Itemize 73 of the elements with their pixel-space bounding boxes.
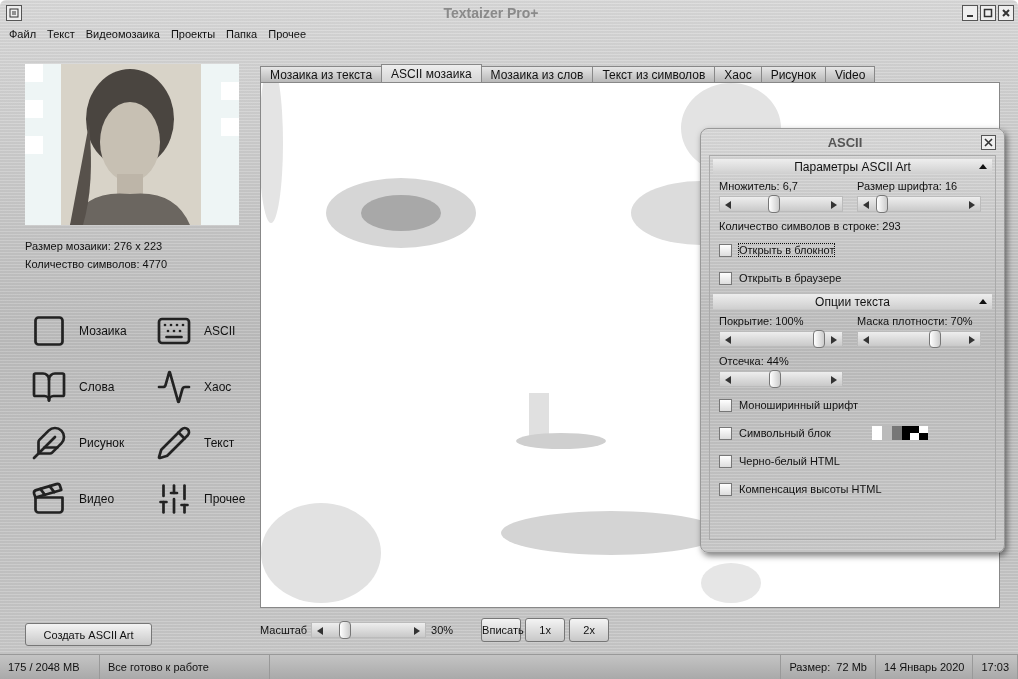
status-date: 14 Январь 2020 <box>883 661 965 673</box>
slider[interactable] <box>719 371 843 387</box>
checkbox-label[interactable]: Компенсация высоты HTML <box>739 483 882 495</box>
menu-item[interactable]: Проекты <box>165 28 222 40</box>
menu-item[interactable]: Файл <box>4 28 43 40</box>
square-icon[interactable] <box>31 313 67 349</box>
tab[interactable]: Рисунок <box>760 66 826 82</box>
chars-per-line-text: Количество символов в строке: 293 <box>719 220 902 232</box>
slider[interactable] <box>719 196 843 212</box>
section-header[interactable]: Опции текста <box>713 294 992 309</box>
section-header[interactable]: Параметры ASCII Art <box>713 159 992 174</box>
checkbox-label[interactable]: Черно-белый HTML <box>739 455 840 467</box>
zoom-label: Масштаб <box>260 624 308 636</box>
pencil-icon[interactable] <box>156 425 192 461</box>
info-text: Размер мозаики: 276 x 223 <box>25 240 164 252</box>
mode-label[interactable]: Видео <box>79 492 115 506</box>
slider-thumb[interactable] <box>338 621 351 639</box>
slider-thumb[interactable] <box>812 330 825 348</box>
dialog-title: ASCII <box>826 134 864 150</box>
clapperboard-icon[interactable] <box>31 481 67 517</box>
zoom-button[interactable]: Вписать <box>481 618 522 642</box>
system-menu-icon[interactable] <box>6 5 22 21</box>
slider-thumb[interactable] <box>767 195 780 213</box>
checkbox-label[interactable]: Открыть в блокнот <box>739 244 835 256</box>
mode-label[interactable]: Слова <box>79 380 115 394</box>
minimize-button[interactable] <box>962 5 978 21</box>
zoom-button[interactable]: 2x <box>569 618 610 642</box>
slider[interactable] <box>311 622 427 638</box>
status-message: Все готово к работе <box>108 661 209 673</box>
slider[interactable] <box>857 331 981 347</box>
menu-item[interactable]: Папка <box>221 28 264 40</box>
close-button[interactable] <box>998 5 1014 21</box>
status-time: 17:03 <box>981 661 1009 673</box>
checkbox-label[interactable]: Моноширинный шрифт <box>739 399 859 411</box>
mode-label[interactable]: Прочее <box>204 492 246 506</box>
pulse-icon[interactable] <box>156 369 192 405</box>
slider-label: Маска плотности: 70% <box>857 315 974 327</box>
slider-label: Размер шрифта: 16 <box>857 180 959 192</box>
memory-usage: 175 / 2048 MB <box>8 661 80 673</box>
menu-item[interactable]: Текст <box>42 28 81 40</box>
info-text: Количество символов: 4770 <box>25 258 169 270</box>
mode-label[interactable]: Текст <box>204 436 235 450</box>
menu-item[interactable]: Видеомозаика <box>80 28 166 40</box>
book-icon[interactable] <box>31 369 67 405</box>
sliders-icon[interactable] <box>156 481 192 517</box>
slider[interactable] <box>857 196 981 212</box>
zoom-button[interactable]: 1x <box>525 618 566 642</box>
file-size: Размер: 72 Mb <box>789 661 867 673</box>
maximize-button[interactable] <box>980 5 996 21</box>
checkbox-label[interactable]: Символьный блок <box>739 427 831 439</box>
tab[interactable]: Хаос <box>714 66 762 82</box>
create-button[interactable]: Создать ASCII Art <box>25 623 152 646</box>
slider-thumb[interactable] <box>876 195 889 213</box>
mode-label[interactable]: Мозаика <box>79 324 127 338</box>
checkbox-label[interactable]: Открыть в браузере <box>739 272 842 284</box>
menu-item[interactable]: Прочее <box>263 28 313 40</box>
slider-thumb[interactable] <box>928 330 941 348</box>
slider-label: Отсечка: 44% <box>719 355 790 367</box>
feather-icon[interactable] <box>31 425 67 461</box>
mode-label[interactable]: Рисунок <box>79 436 125 450</box>
tab[interactable]: ASCII мозаика <box>381 64 482 82</box>
tab[interactable]: Мозаика из текста <box>260 66 383 82</box>
window-title: Textaizer Pro+ <box>442 5 540 21</box>
tab[interactable]: Video <box>824 66 876 82</box>
zoom-reading: 30% <box>431 624 454 636</box>
slider[interactable] <box>719 331 843 347</box>
tab[interactable]: Текст из символов <box>592 66 716 82</box>
tab[interactable]: Мозаика из слов <box>480 66 594 82</box>
mode-label[interactable]: Хаос <box>204 380 232 394</box>
slider-thumb[interactable] <box>768 370 781 388</box>
slider-label: Покрытие: 100% <box>719 315 805 327</box>
mode-label[interactable]: ASCII <box>204 324 236 338</box>
slider-label: Множитель: 6,7 <box>719 180 799 192</box>
